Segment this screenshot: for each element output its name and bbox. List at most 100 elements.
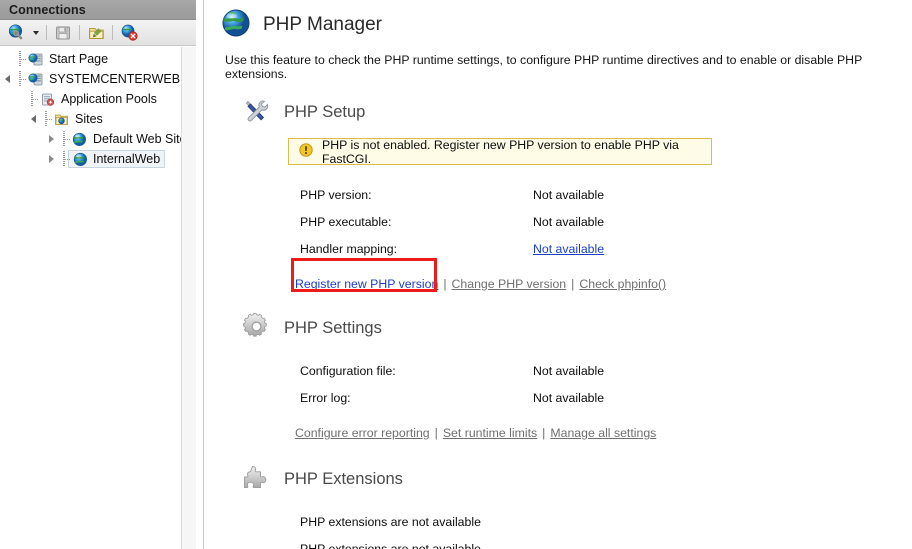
server-icon (26, 71, 44, 87)
handler-mapping-link[interactable]: Not available (533, 242, 604, 256)
php-settings-title: PHP Settings (284, 318, 382, 337)
connect-to-server-icon[interactable] (5, 22, 27, 43)
link-separator: | (434, 426, 438, 440)
php-settings-details: Configuration file: Not available Error … (210, 357, 912, 411)
tree-line (58, 151, 70, 167)
configuration-file-row: Configuration file: Not available (300, 357, 912, 384)
tree-item-start-page[interactable]: Start Page (0, 49, 196, 69)
configuration-file-value: Not available (533, 363, 605, 378)
tools-icon (243, 97, 270, 127)
tree-item-label-wrap: SYSTEMCENTERWEB (TEST1\ (44, 70, 196, 88)
php-setup-details: PHP version: Not available PHP executabl… (210, 181, 912, 262)
php-version-value: Not available (533, 187, 605, 202)
gear-icon (243, 312, 270, 343)
php-extensions-section: PHP Extensions PHP extensions are not av… (210, 464, 912, 549)
link-separator: | (542, 426, 546, 440)
php-extensions-title: PHP Extensions (284, 469, 403, 488)
tree-expander-closed[interactable] (44, 155, 58, 163)
configure-error-reporting-link[interactable]: Configure error reporting (295, 426, 430, 440)
php-settings-header: PHP Settings (210, 312, 912, 343)
web-site-icon (70, 131, 88, 147)
tree-item-label-wrap: InternalWeb (68, 150, 166, 168)
tree-item-label-wrap: Sites (70, 110, 104, 128)
tree-expander-open[interactable] (0, 75, 14, 83)
php-version-label: PHP version: (300, 187, 372, 202)
disconnect-icon[interactable] (118, 22, 140, 43)
php-settings-section: PHP Settings Configuration file: Not ava… (210, 312, 912, 442)
tree-line (26, 91, 38, 107)
page-description: Use this feature to check the PHP runtim… (225, 53, 863, 81)
start-page-icon (26, 51, 44, 67)
php-setup-section: PHP Setup PHP is not enabled. Register n… (210, 97, 912, 293)
tree-line (40, 111, 52, 127)
web-site-icon (71, 151, 89, 167)
page-header: PHP Manager (210, 0, 912, 41)
toolbar-separator-3 (112, 25, 113, 40)
sidebar-scrollbar[interactable] (181, 47, 196, 549)
connections-panel: Connections Start Page SYSTEMCENTERWEB A… (0, 0, 196, 549)
tree-item-label-wrap: Start Page (44, 50, 109, 68)
manage-all-settings-link[interactable]: Manage all settings (550, 426, 656, 440)
sites-folder-icon (52, 111, 70, 127)
php-extensions-status-1: PHP extensions are not available (300, 514, 481, 529)
connections-tree[interactable]: Start Page SYSTEMCENTERWEB (TEST1\ (0, 47, 196, 549)
register-new-php-version-link[interactable]: Register new PHP version (295, 277, 438, 291)
handler-mapping-row: Handler mapping: Not available (300, 235, 912, 262)
link-separator: | (571, 277, 575, 291)
php-setup-title: PHP Setup (284, 102, 366, 121)
connect-dropdown-caret-icon[interactable] (29, 22, 41, 43)
php-manager-globe-icon (221, 8, 251, 41)
tree-item-internalweb[interactable]: InternalWeb (0, 149, 196, 169)
php-executable-row: PHP executable: Not available (300, 208, 912, 235)
php-executable-value: Not available (533, 214, 605, 229)
php-settings-actions: Configure error reporting | Set runtime … (210, 424, 912, 442)
link-separator: | (443, 277, 447, 291)
php-executable-label: PHP executable: (300, 214, 392, 229)
tree-item-label-wrap: Default Web Site (88, 130, 188, 148)
error-log-row: Error log: Not available (300, 384, 912, 411)
application-pools-icon (38, 91, 56, 107)
tree-item-label: Default Web Site (93, 132, 187, 146)
tree-item-label: SYSTEMCENTERWEB (TEST1\ (49, 72, 196, 86)
tree-item-sites[interactable]: Sites (0, 109, 196, 129)
php-version-row: PHP version: Not available (300, 181, 912, 208)
open-connection-icon[interactable] (85, 22, 107, 43)
connections-panel-header: Connections (0, 0, 196, 20)
php-setup-actions: Register new PHP version | Change PHP ve… (210, 275, 912, 293)
set-runtime-limits-link[interactable]: Set runtime limits (443, 426, 537, 440)
tree-line (14, 71, 26, 87)
tree-item-label: InternalWeb (93, 151, 161, 166)
tree-item-label: Application Pools (61, 92, 157, 106)
php-setup-header: PHP Setup (210, 97, 912, 127)
tree-expander-closed[interactable] (44, 135, 58, 143)
warning-icon (299, 143, 313, 160)
php-manager-page: PHP Manager Use this feature to check th… (210, 0, 912, 549)
tree-item-systemcenterweb[interactable]: SYSTEMCENTERWEB (TEST1\ (0, 69, 196, 89)
tree-item-label-wrap: Application Pools (56, 90, 158, 108)
configuration-file-label: Configuration file: (300, 363, 396, 378)
php-extensions-status-2: PHP extensions are not available (300, 541, 481, 549)
warning-text: PHP is not enabled. Register new PHP ver… (322, 137, 679, 166)
tree-line (14, 51, 26, 67)
panel-splitter-line (203, 0, 204, 549)
toolbar-separator-1 (46, 25, 47, 40)
error-log-value: Not available (533, 390, 605, 405)
php-not-enabled-warning: PHP is not enabled. Register new PHP ver… (288, 137, 712, 166)
tree-item-default-web-site[interactable]: Default Web Site (0, 129, 196, 149)
page-title: PHP Manager (263, 13, 382, 35)
tree-expander-open[interactable] (26, 115, 40, 123)
handler-mapping-label: Handler mapping: (300, 241, 398, 256)
connections-panel-title: Connections (9, 2, 86, 17)
connections-toolbar (0, 20, 196, 46)
save-connections-icon[interactable] (52, 22, 74, 43)
change-php-version-link[interactable]: Change PHP version (452, 277, 567, 291)
chevron-down-icon (32, 30, 39, 35)
puzzle-piece-icon (243, 464, 270, 494)
tree-item-application-pools[interactable]: Application Pools (0, 89, 196, 109)
tree-item-label: Sites (75, 112, 103, 126)
check-phpinfo-link[interactable]: Check phpinfo() (579, 277, 666, 291)
error-log-label: Error log: (300, 390, 351, 405)
tree-item-label: Start Page (49, 52, 109, 66)
toolbar-separator-2 (79, 25, 80, 40)
tree-line (58, 131, 70, 147)
